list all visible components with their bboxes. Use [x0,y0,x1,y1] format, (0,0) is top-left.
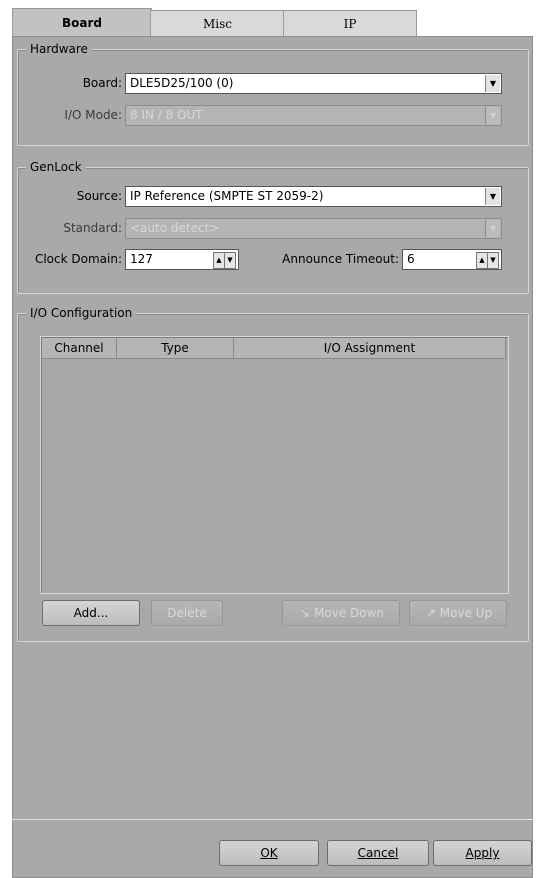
genlock-legend: GenLock [26,159,86,175]
tab-misc[interactable]: Misc [150,10,285,37]
source-label: Source: [76,189,122,203]
io-configuration-legend: I/O Configuration [26,305,137,321]
clock-domain-label: Clock Domain: [34,252,122,266]
ok-label: OK [260,846,278,860]
standard-label: Standard: [63,221,122,235]
announce-timeout-value: 6 [407,252,415,266]
board-select[interactable]: DLE5D25/100 (0) ▼ [125,73,502,94]
tab-ip[interactable]: IP [283,10,417,37]
apply-label: Apply [465,846,500,860]
hardware-legend: Hardware [26,41,92,57]
move-up-button[interactable]: ↗ Move Up [409,600,507,626]
footer-separator [12,819,533,820]
apply-button[interactable]: Apply [433,840,532,866]
move-down-button[interactable]: ↘ Move Down [282,600,400,626]
column-header-io-assignment[interactable]: I/O Assignment [234,338,506,359]
chevron-down-icon[interactable]: ▼ [485,75,500,92]
genlock-group: GenLock Source: IP Reference (SMPTE ST 2… [17,159,529,294]
arrow-up-icon: ↗ [425,606,436,620]
clock-domain-value: 127 [130,252,153,266]
arrow-down-icon: ↘ [299,606,311,620]
standard-select-value: <auto detect> [130,221,220,235]
io-mode-select-value: 8 IN / 8 OUT [130,108,203,122]
board-tab-panel: Hardware Board: DLE5D25/100 (0) ▼ I/O Mo… [12,36,533,878]
source-select-value: IP Reference (SMPTE ST 2059-2) [130,189,324,203]
properties-dialog: Board Misc IP Hardware Board: DLE5D25/10… [5,0,533,878]
source-select[interactable]: IP Reference (SMPTE ST 2059-2) ▼ [125,186,502,207]
tab-board[interactable]: Board [12,8,152,37]
io-configuration-group: I/O Configuration Channel Type I/O Assig… [17,305,529,642]
move-down-label: Move Down [314,606,384,620]
chevron-down-icon[interactable]: ▼ [485,188,500,205]
chevron-down-icon: ▼ [485,107,500,124]
add-button[interactable]: Add... [42,600,140,626]
cancel-label: Cancel [357,846,399,860]
delete-button[interactable]: Delete [151,600,223,626]
chevron-down-icon: ▼ [485,220,500,237]
spin-down-icon[interactable]: ▼ [224,252,236,269]
io-mode-label: I/O Mode: [64,108,122,122]
ok-button[interactable]: OK [219,840,319,866]
column-header-channel[interactable]: Channel [42,338,117,359]
announce-timeout-spinner[interactable]: 6 ▲ ▼ [402,249,502,270]
io-channel-table[interactable]: Channel Type I/O Assignment [40,336,509,594]
board-select-value: DLE5D25/100 (0) [130,76,234,90]
hardware-group: Hardware Board: DLE5D25/100 (0) ▼ I/O Mo… [17,41,529,146]
standard-select[interactable]: <auto detect> ▼ [125,218,502,239]
cancel-button[interactable]: Cancel [327,840,429,866]
spin-down-icon[interactable]: ▼ [487,252,499,269]
move-up-label: Move Up [439,606,493,620]
io-mode-select[interactable]: 8 IN / 8 OUT ▼ [125,105,502,126]
announce-timeout-label: Announce Timeout: [282,252,399,266]
column-header-type[interactable]: Type [117,338,234,359]
board-label: Board: [82,76,122,90]
clock-domain-spinner[interactable]: 127 ▲ ▼ [125,249,239,270]
